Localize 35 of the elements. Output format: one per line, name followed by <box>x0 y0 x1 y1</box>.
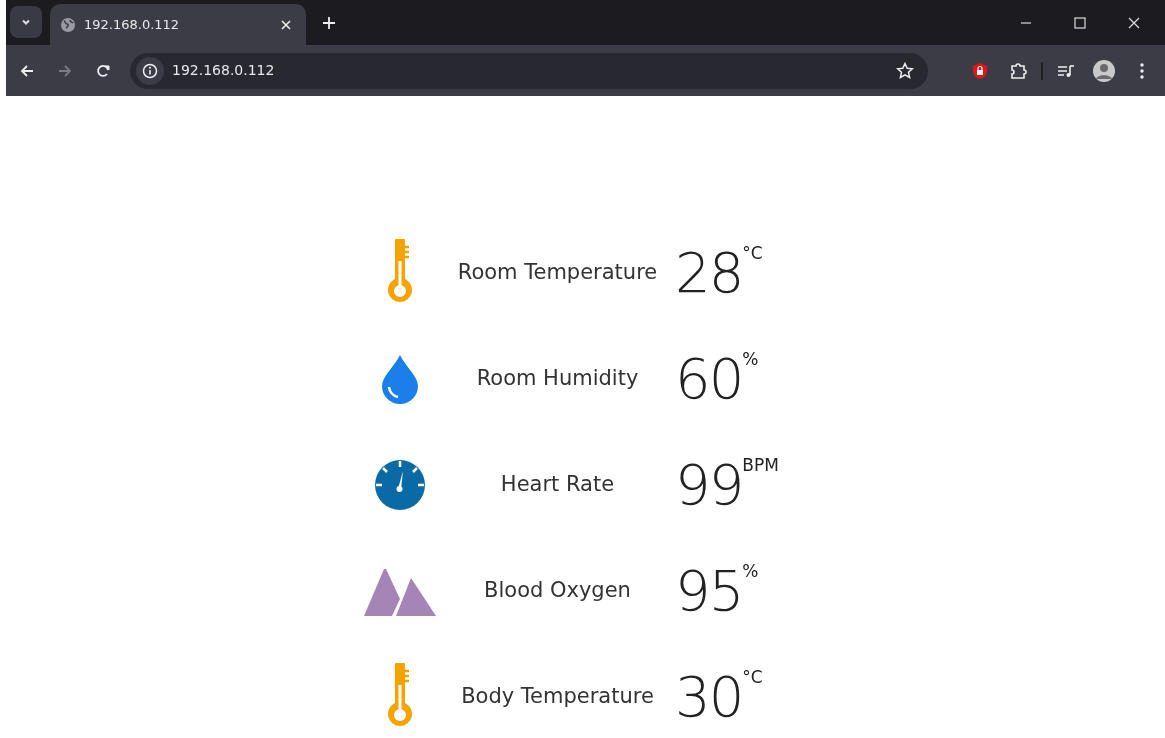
close-icon <box>1128 17 1140 29</box>
address-bar[interactable]: 192.168.0.112 <box>130 52 928 89</box>
unit-label: °C <box>742 242 763 265</box>
unit-label: % <box>742 560 759 583</box>
unit-label: °C <box>742 666 763 689</box>
info-icon <box>142 62 158 79</box>
site-info-button[interactable] <box>136 56 164 85</box>
back-arrow-icon <box>20 63 34 78</box>
star-icon <box>896 61 914 80</box>
reading-label: Blood Oxygen <box>483 577 632 605</box>
close-icon <box>281 19 291 30</box>
puzzle-icon <box>1009 61 1027 80</box>
plus-icon <box>323 17 335 29</box>
unit-label: % <box>742 348 759 371</box>
reading-label: Room Humidity <box>475 365 640 393</box>
reading-value: 60 <box>675 351 743 407</box>
tab-search-button[interactable] <box>10 6 42 38</box>
maximize-icon <box>1074 17 1086 29</box>
avatar-icon <box>1092 58 1116 83</box>
forward-arrow-icon <box>58 63 72 78</box>
globe-icon <box>60 16 76 33</box>
music-queue-icon <box>1057 62 1075 79</box>
reload-icon <box>96 63 110 78</box>
reading-value: 28 <box>675 245 743 301</box>
reading-label: Heart Rate <box>499 471 616 499</box>
shield-icon <box>972 61 988 80</box>
reading-label: Body Temperature <box>460 683 655 711</box>
reading-value: 30 <box>675 669 743 725</box>
reading-label: Room Temperature <box>456 259 659 287</box>
reading-value: 95 <box>675 563 743 619</box>
reading-value: 99 <box>675 457 743 513</box>
browser-tab[interactable]: 192.168.0.112 <box>50 4 306 45</box>
more-icon <box>1140 62 1144 79</box>
tab-title: 192.168.0.112 <box>84 15 181 34</box>
unit-label: BPM <box>742 454 779 477</box>
